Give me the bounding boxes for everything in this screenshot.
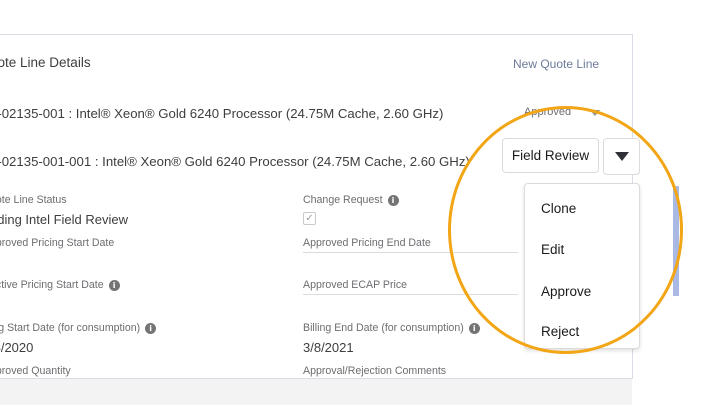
approved-ecap-price-label: Approved ECAP Price xyxy=(303,279,408,291)
effective-pricing-start-field: ective Pricing Start Date i xyxy=(0,279,120,291)
approval-comments-field: Approval/Rejection Comments xyxy=(303,365,446,377)
menu-item-clone[interactable]: Clone xyxy=(541,201,576,216)
new-quote-line-link[interactable]: New Quote Line xyxy=(513,57,599,71)
approved-pricing-start-label: pproved Pricing Start Date xyxy=(0,237,115,249)
approved-pricing-end-label: Approved Pricing End Date xyxy=(303,237,431,249)
field-divider xyxy=(303,252,518,253)
actions-menu-button[interactable] xyxy=(603,138,640,175)
menu-item-edit[interactable]: Edit xyxy=(541,242,564,257)
info-icon[interactable]: i xyxy=(145,322,157,334)
info-icon[interactable]: i xyxy=(468,322,480,334)
quote-line-status-field: uote Line Status nding Intel Field Revie… xyxy=(0,194,128,227)
line-1-status: Approved xyxy=(524,106,572,118)
approved-quantity-label: pproved Quantity xyxy=(0,365,71,377)
card-title: uote Line Details xyxy=(0,55,91,70)
line-1-chevron-down-icon[interactable] xyxy=(590,110,600,116)
quote-line-row-2[interactable]: 0-02135-001-001 : Intel® Xeon® Gold 6240… xyxy=(0,154,470,169)
actions-dropdown-menu: Clone Edit Approve Reject xyxy=(524,183,640,349)
approved-pricing-end-field: Approved Pricing End Date xyxy=(303,237,431,249)
approved-ecap-price-field: Approved ECAP Price xyxy=(303,279,407,291)
billing-start-field: ing Start Date (for consumption) i /8/20… xyxy=(0,322,157,355)
top-band xyxy=(0,0,720,34)
approved-quantity-field: pproved Quantity xyxy=(0,365,71,377)
change-request-checkbox[interactable]: ✓ xyxy=(303,212,316,225)
approved-pricing-start-field: pproved Pricing Start Date xyxy=(0,237,114,249)
billing-end-value: 3/8/2021 xyxy=(303,340,354,355)
effective-pricing-start-label: ective Pricing Start Date xyxy=(0,279,104,291)
change-request-label: Change Request xyxy=(303,194,383,206)
approval-comments-label: Approval/Rejection Comments xyxy=(303,365,447,377)
billing-start-label: ing Start Date (for consumption) xyxy=(0,322,141,334)
quote-line-status-value: nding Intel Field Review xyxy=(0,212,129,227)
field-review-button[interactable]: Field Review xyxy=(502,138,599,173)
billing-end-label: Billing End Date (for consumption) xyxy=(303,322,464,334)
scrollbar[interactable] xyxy=(673,186,679,296)
quote-line-row-1[interactable]: 0-02135-001 : Intel® Xeon® Gold 6240 Pro… xyxy=(0,106,443,121)
field-divider xyxy=(303,294,518,295)
caret-down-icon xyxy=(614,152,629,161)
change-request-field: Change Request i ✓ xyxy=(303,194,399,225)
menu-item-approve[interactable]: Approve xyxy=(541,284,591,299)
info-icon[interactable]: i xyxy=(387,194,399,206)
info-icon[interactable]: i xyxy=(108,279,120,291)
billing-end-field: Billing End Date (for consumption) i 3/8… xyxy=(303,322,480,355)
menu-item-reject[interactable]: Reject xyxy=(541,324,579,339)
billing-start-value: /8/2020 xyxy=(0,340,34,355)
quote-line-status-label: uote Line Status xyxy=(0,194,67,206)
